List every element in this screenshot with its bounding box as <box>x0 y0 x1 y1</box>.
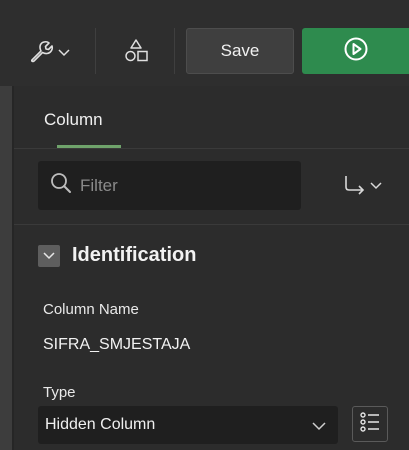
list-of-values-button[interactable] <box>352 406 388 442</box>
utilities-menu-button[interactable] <box>10 30 88 76</box>
type-label: Type <box>43 384 76 401</box>
section-title: Identification <box>72 244 197 266</box>
filter-placeholder: Filter <box>80 175 118 195</box>
shapes-icon <box>123 38 149 69</box>
chevron-down-icon <box>312 418 326 436</box>
go-to-group-button[interactable] <box>336 170 388 202</box>
chevron-down-icon <box>58 44 70 62</box>
tab-column[interactable]: Column <box>44 110 103 130</box>
wrench-icon <box>28 38 54 69</box>
play-circle-icon <box>343 36 369 67</box>
run-button[interactable] <box>302 28 409 74</box>
chevron-down-icon <box>369 177 382 195</box>
search-icon <box>50 172 72 199</box>
shared-components-button[interactable] <box>106 30 166 76</box>
chevron-down-icon[interactable] <box>38 244 60 267</box>
type-select[interactable]: Hidden Column <box>38 406 338 444</box>
type-select-value: Hidden Column <box>45 416 156 433</box>
column-name-value: SIFRA_SMJESTAJA <box>43 336 191 353</box>
save-button[interactable]: Save <box>186 28 294 74</box>
column-name-label: Column Name <box>43 301 139 318</box>
left-panel-edge <box>0 86 12 450</box>
toolbar-separator <box>95 28 96 74</box>
filter-input[interactable]: Filter <box>38 161 301 210</box>
list-icon <box>359 411 381 438</box>
section-identification-header[interactable]: Identification <box>38 244 196 267</box>
arrow-turn-down-right-icon <box>343 173 367 200</box>
toolbar-separator <box>174 28 175 74</box>
